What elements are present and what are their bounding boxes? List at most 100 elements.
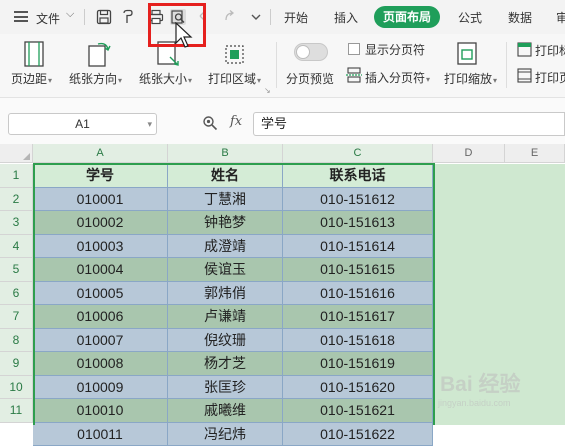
zoom-lookup-icon[interactable] [202, 115, 218, 131]
tab-insert[interactable]: 插入 [334, 9, 358, 26]
print-header-footer-button[interactable]: 打印页 [535, 69, 565, 86]
margins-label: 页边距 [11, 72, 47, 86]
caret-down-icon: ▾ [48, 76, 52, 85]
insert-page-break-button[interactable]: 插入分页符▾ [365, 69, 430, 86]
divider [84, 9, 85, 25]
tab-review[interactable]: 审 [556, 9, 565, 26]
col-header-e[interactable]: E [505, 144, 565, 163]
customize-toolbar-icon[interactable] [248, 9, 264, 25]
row-header[interactable]: 6 [0, 282, 33, 306]
table-cell[interactable]: 倪纹珊 [168, 329, 283, 353]
table-cell[interactable]: 010009 [33, 376, 168, 400]
table-cell[interactable]: 冯纪炜 [168, 423, 283, 446]
col-header-d[interactable]: D [433, 144, 505, 163]
table-cell[interactable]: 010003 [33, 235, 168, 259]
toggle-knob [296, 45, 310, 59]
table-cell[interactable]: 010008 [33, 352, 168, 376]
table-cell[interactable]: 侯谊玉 [168, 258, 283, 282]
row-header[interactable]: 9 [0, 352, 33, 376]
menu-bar: 文件 ⌵ 开始 插入 页面布局 公式 数据 审 [0, 0, 565, 34]
formula-input[interactable]: 学号 [253, 112, 565, 136]
table-cell[interactable]: 010-151615 [283, 258, 433, 282]
divider [276, 42, 277, 88]
orientation-icon [86, 40, 112, 67]
row-header[interactable]: 1 [0, 164, 33, 188]
col-header-a[interactable]: A [33, 144, 168, 163]
table-cell[interactable]: 010-151617 [283, 305, 433, 329]
table-cell[interactable]: 010-151612 [283, 188, 433, 212]
row-header[interactable]: 3 [0, 211, 33, 235]
table-cell[interactable]: 010001 [33, 188, 168, 212]
print-scale-label: 打印缩放 [444, 72, 492, 86]
table-cell[interactable]: 010-151614 [283, 235, 433, 259]
table-cell[interactable]: 010-151620 [283, 376, 433, 400]
header-cell[interactable]: 姓名 [168, 164, 283, 188]
tab-formulas[interactable]: 公式 [458, 9, 482, 26]
print-area-button[interactable]: 打印区域▾ [208, 70, 261, 87]
mouse-cursor-icon [174, 22, 196, 50]
table-cell[interactable]: 张匡珍 [168, 376, 283, 400]
table-cell[interactable]: 戚曦维 [168, 399, 283, 423]
table-cell[interactable]: 卢谦靖 [168, 305, 283, 329]
table-cell[interactable]: 丁慧湘 [168, 188, 283, 212]
row-header[interactable]: 4 [0, 235, 33, 259]
paper-size-button[interactable]: 纸张大小▾ [139, 70, 192, 87]
table-cell[interactable]: 010002 [33, 211, 168, 235]
caret-down-icon: ▾ [118, 76, 122, 85]
col-header-b[interactable]: B [168, 144, 283, 163]
table-cell[interactable]: 010-151621 [283, 399, 433, 423]
file-menu[interactable]: 文件 [36, 10, 60, 27]
menu-icon[interactable] [14, 11, 28, 22]
print-header-footer-icon [517, 68, 532, 83]
row-header[interactable]: 5 [0, 258, 33, 282]
row-header[interactable]: 7 [0, 305, 33, 329]
row-header[interactable]: 8 [0, 329, 33, 353]
row-header[interactable]: 10 [0, 376, 33, 400]
table-cell[interactable]: 010-151619 [283, 352, 433, 376]
divider [270, 9, 271, 25]
table-cell[interactable]: 010-151618 [283, 329, 433, 353]
page-break-preview-toggle[interactable] [294, 43, 328, 61]
orientation-label: 纸张方向 [69, 72, 117, 86]
margins-icon [23, 41, 45, 67]
tab-page-layout[interactable]: 页面布局 [374, 6, 440, 28]
row-header[interactable]: 11 [0, 399, 33, 423]
table-cell[interactable]: 010011 [33, 423, 168, 446]
chevron-down-icon[interactable]: ▾ [147, 114, 152, 134]
orientation-button[interactable]: 纸张方向▾ [69, 70, 122, 87]
table-cell[interactable]: 010010 [33, 399, 168, 423]
format-painter-icon[interactable] [120, 9, 136, 25]
table-cell[interactable]: 钟艳梦 [168, 211, 283, 235]
watermark-text: Bai 经验 [440, 368, 521, 398]
table-cell[interactable]: 杨才芝 [168, 352, 283, 376]
chevron-down-icon[interactable]: ⌵ [66, 8, 74, 21]
print-scale-button[interactable]: 打印缩放▾ [444, 70, 497, 87]
table-cell[interactable]: 010007 [33, 329, 168, 353]
header-cell[interactable]: 联系电话 [283, 164, 433, 188]
tab-home[interactable]: 开始 [284, 9, 308, 26]
table-cell[interactable]: 010006 [33, 305, 168, 329]
tab-data[interactable]: 数据 [508, 9, 532, 26]
save-icon[interactable] [96, 9, 112, 25]
table-cell[interactable]: 成澄靖 [168, 235, 283, 259]
table-cell[interactable]: 010-151613 [283, 211, 433, 235]
margins-button[interactable]: 页边距▾ [11, 70, 52, 87]
redo-icon[interactable] [222, 9, 238, 25]
function-icon[interactable]: fx [230, 114, 242, 129]
table-cell[interactable]: 010004 [33, 258, 168, 282]
page-break-preview-label: 分页预览 [286, 70, 334, 87]
select-all-corner[interactable] [0, 144, 33, 163]
table-cell[interactable]: 010005 [33, 282, 168, 306]
header-cell[interactable]: 学号 [33, 164, 168, 188]
row-header[interactable]: 2 [0, 188, 33, 212]
watermark-subtext: jingyan.baidu.com [438, 398, 511, 408]
print-area-label: 打印区域 [208, 72, 256, 86]
print-titles-button[interactable]: 打印标 [535, 42, 565, 59]
show-page-breaks-checkbox[interactable] [348, 43, 360, 55]
group-launcher-icon[interactable]: ↘ [264, 86, 271, 95]
col-header-c[interactable]: C [283, 144, 433, 163]
name-box[interactable]: A1 ▾ [8, 113, 157, 135]
table-cell[interactable]: 郭炜俏 [168, 282, 283, 306]
table-cell[interactable]: 010-151616 [283, 282, 433, 306]
table-cell[interactable]: 010-151622 [283, 423, 433, 446]
